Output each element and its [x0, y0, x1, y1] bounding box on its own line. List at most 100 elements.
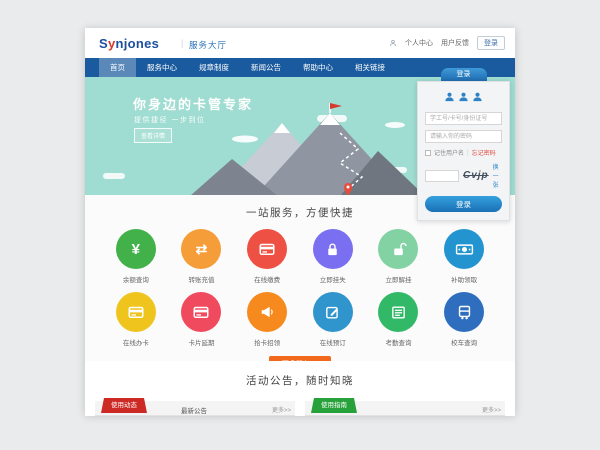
header-login-button[interactable]: 登录 [477, 36, 505, 50]
card-icon [127, 303, 145, 321]
unlock-icon [390, 241, 407, 258]
transfer-icon: ⇄ [196, 241, 208, 258]
service-item[interactable]: 卡片延期 [169, 292, 235, 347]
logo-accent: y [108, 36, 116, 51]
yen-icon: ¥ [132, 241, 140, 258]
site-title: 服务大厅 [189, 39, 227, 51]
services-grid: ¥ 余额查询 ⇄ 转账充值 在线缴费 立即挂失 立即解挂 补助领取在线办卡 卡片延期 拾卡招领 在线… [85, 220, 515, 355]
guide-panel: 使用指南 更多>> [305, 401, 505, 416]
remember-checkbox[interactable] [425, 150, 431, 156]
banner-cta-button[interactable]: 查看详情 [134, 128, 172, 143]
service-circle [247, 229, 287, 269]
desktop-background: Synjones | 服务大厅 个人中心 用户反馈 登录 首页服务中心规章制度新闻… [0, 0, 600, 450]
header-actions: 个人中心 用户反馈 登录 [389, 28, 505, 58]
service-circle [378, 292, 418, 332]
announcements-title: 活动公告，随时知晓 [85, 373, 515, 388]
user-icon [458, 89, 469, 107]
service-circle [444, 292, 484, 332]
username-input[interactable] [425, 112, 502, 125]
card-icon [192, 303, 210, 321]
service-item[interactable]: ¥ 余额查询 [103, 229, 169, 284]
users-icon-row [425, 89, 502, 107]
header-link[interactable]: 个人中心 [405, 40, 433, 47]
options-divider: | [467, 150, 469, 156]
guide-panel-header: 使用指南 更多>> [305, 401, 505, 416]
lock-icon [324, 241, 341, 258]
service-item[interactable]: 立即挂失 [300, 229, 366, 284]
mountains-illustration [190, 101, 425, 195]
service-label: 立即解挂 [385, 274, 411, 284]
logo-divider: | [181, 38, 183, 48]
login-panel: 登录 记住用户名 | 忘记密码 Cvjp 换一张 [417, 68, 510, 221]
guide-more-link[interactable]: 更多>> [482, 405, 501, 414]
service-label: 在线办卡 [123, 337, 149, 347]
captcha-image: Cvjp [463, 170, 489, 181]
service-item[interactable]: 拾卡招领 [234, 292, 300, 347]
login-options: 记住用户名 | 忘记密码 [425, 148, 502, 157]
service-label: 转账充值 [188, 274, 214, 284]
service-item[interactable]: 校车查询 [431, 292, 497, 347]
announcements-section: 活动公告，随时知晓 使用动态 最新公告 更多>> 使用指南 更多>> [85, 361, 515, 416]
captcha-refresh-link[interactable]: 换一张 [493, 162, 502, 189]
header-link[interactable]: 用户反馈 [441, 40, 469, 47]
login-submit-button[interactable]: 登录 [425, 196, 502, 212]
edit-icon [324, 304, 341, 321]
news-more-link[interactable]: 更多>> [272, 405, 291, 414]
tab-usage-guide[interactable]: 使用指南 [311, 398, 357, 413]
service-item[interactable]: ⇄ 转账充值 [169, 229, 235, 284]
service-item[interactable]: 考勤查询 [366, 292, 432, 347]
service-item[interactable]: 在线办卡 [103, 292, 169, 347]
service-circle [116, 292, 156, 332]
service-label: 拾卡招领 [254, 337, 280, 347]
top-header: Synjones | 服务大厅 个人中心 用户反馈 登录 [85, 28, 515, 58]
tab-usage-news[interactable]: 使用动态 [101, 398, 147, 413]
password-input[interactable] [425, 130, 502, 143]
service-label: 在线缴费 [254, 274, 280, 284]
nav-item-帮助中心[interactable]: 帮助中心 [292, 58, 344, 77]
header-link-container: 个人中心 用户反馈 [405, 38, 469, 48]
service-label: 立即挂失 [320, 274, 346, 284]
service-item[interactable]: 立即解挂 [366, 229, 432, 284]
service-label: 校车查询 [451, 337, 477, 347]
user-icon [472, 89, 483, 107]
service-label: 卡片延期 [188, 337, 214, 347]
forgot-password-link[interactable]: 忘记密码 [472, 148, 496, 157]
service-circle [378, 229, 418, 269]
tab-latest-announcements[interactable]: 最新公告 [181, 405, 207, 415]
service-item[interactable]: 在线缴费 [234, 229, 300, 284]
portal-page: Synjones | 服务大厅 个人中心 用户反馈 登录 首页服务中心规章制度新闻… [85, 28, 515, 415]
service-item[interactable]: 补助领取 [431, 229, 497, 284]
logo[interactable]: Synjones [99, 36, 159, 51]
service-circle: ⇄ [181, 229, 221, 269]
login-form: 记住用户名 | 忘记密码 Cvjp 换一张 登录 [417, 81, 510, 221]
service-label: 余额查询 [123, 274, 149, 284]
remember-label: 记住用户名 [434, 148, 464, 157]
service-circle [313, 292, 353, 332]
service-label: 补助领取 [451, 274, 477, 284]
service-item[interactable]: 在线预订 [300, 292, 366, 347]
captcha-input[interactable] [425, 170, 459, 182]
service-circle [313, 229, 353, 269]
news-panel-header: 使用动态 最新公告 更多>> [95, 401, 295, 416]
announcement-panels: 使用动态 最新公告 更多>> 使用指南 更多>> [85, 401, 515, 416]
service-circle: ¥ [116, 229, 156, 269]
banknote-icon [455, 240, 474, 259]
nav-item-新闻公告[interactable]: 新闻公告 [240, 58, 292, 77]
service-circle [247, 292, 287, 332]
bus-icon [456, 304, 473, 321]
list-icon [390, 304, 407, 321]
service-circle [444, 229, 484, 269]
service-label: 考勤查询 [385, 337, 411, 347]
nav-item-相关链接[interactable]: 相关链接 [344, 58, 396, 77]
login-tab[interactable]: 登录 [441, 68, 487, 81]
user-icon [444, 89, 455, 107]
service-label: 在线预订 [320, 337, 346, 347]
service-circle [181, 292, 221, 332]
card-icon [258, 240, 276, 258]
user-outline-icon [389, 34, 397, 52]
news-panel: 使用动态 最新公告 更多>> [95, 401, 295, 416]
nav-item-首页[interactable]: 首页 [99, 58, 136, 77]
nav-item-规章制度[interactable]: 规章制度 [188, 58, 240, 77]
nav-item-服务中心[interactable]: 服务中心 [136, 58, 188, 77]
captcha-row: Cvjp 换一张 [425, 162, 502, 189]
